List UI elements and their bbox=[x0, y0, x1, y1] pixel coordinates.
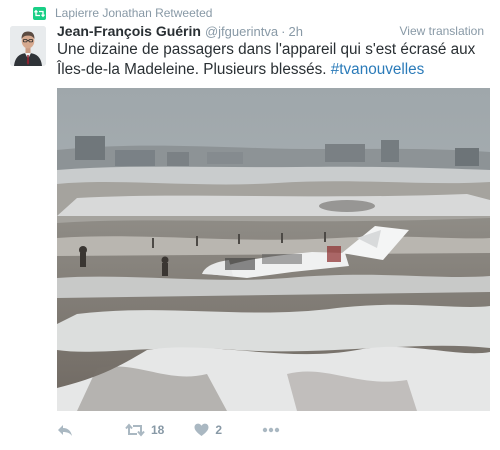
separator-dot: · bbox=[281, 24, 286, 39]
like-button[interactable]: 2 bbox=[194, 423, 222, 437]
retweet-count: 18 bbox=[151, 423, 165, 437]
retweet-context: Lapierre Jonathan Retweeted bbox=[33, 5, 212, 21]
more-icon bbox=[262, 427, 280, 433]
reply-icon bbox=[58, 425, 72, 436]
heart-icon bbox=[194, 423, 209, 436]
retweet-context-label[interactable]: Lapierre Jonathan Retweeted bbox=[55, 6, 212, 20]
view-translation-link[interactable]: View translation bbox=[400, 24, 485, 38]
retweet-icon bbox=[33, 6, 46, 20]
tweet-text: Une dizaine de passagers dans l'appareil… bbox=[57, 40, 489, 80]
tweet-photo[interactable] bbox=[57, 88, 490, 411]
tweet: Lapierre Jonathan Retweeted Jean-Françoi… bbox=[0, 0, 500, 450]
author-name[interactable]: Jean-François Guérin bbox=[57, 23, 201, 39]
avatar[interactable] bbox=[10, 26, 46, 66]
tweet-actions: 18 2 bbox=[57, 421, 280, 439]
hashtag-link[interactable]: #tvanouvelles bbox=[331, 61, 425, 78]
like-count: 2 bbox=[215, 423, 223, 437]
more-button[interactable] bbox=[262, 427, 280, 433]
retweet-button[interactable]: 18 bbox=[125, 423, 164, 437]
tweet-timestamp[interactable]: 2h bbox=[288, 24, 302, 39]
author-handle[interactable]: @jfguerintva bbox=[205, 24, 278, 39]
reply-button[interactable] bbox=[57, 423, 73, 437]
tweet-header: Jean-François Guérin @jfguerintva · 2h View… bbox=[57, 23, 490, 41]
retweet-icon bbox=[125, 423, 145, 437]
